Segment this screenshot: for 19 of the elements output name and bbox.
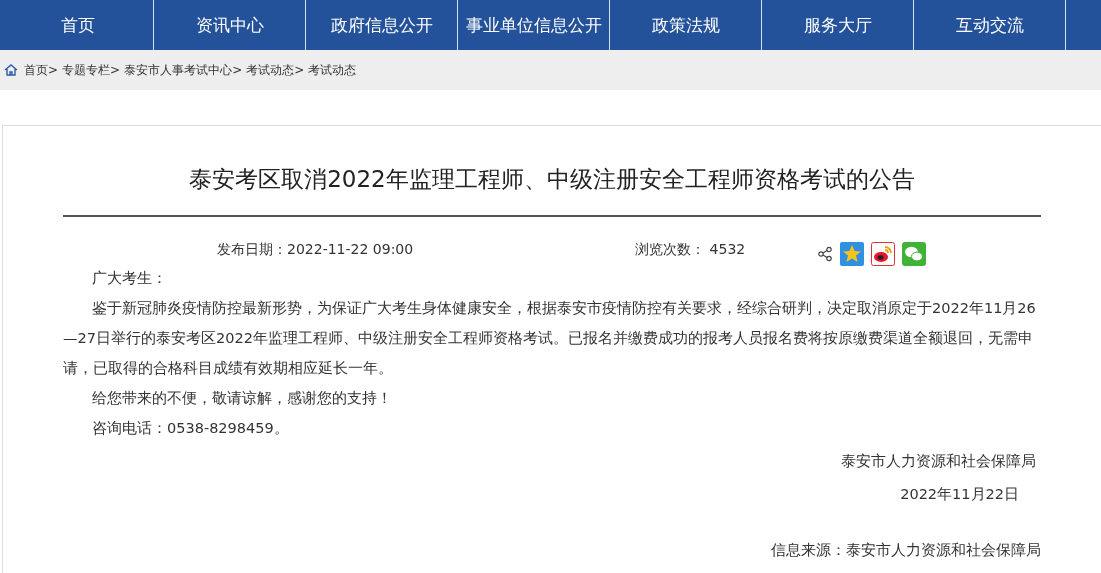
source-text: 信息来源：泰安市人力资源和社会保障局	[771, 542, 1041, 558]
breadcrumb-link[interactable]: 泰安市人事考试中心>	[124, 61, 243, 79]
signature-text: 泰安市人力资源和社会保障局	[841, 453, 1036, 469]
publish-date: 发布日期：2022-11-22 09:00	[217, 241, 414, 259]
share-icon[interactable]	[817, 246, 834, 262]
article-title: 泰安考区取消2022年监理工程师、中级注册安全工程师资格考试的公告	[63, 164, 1041, 217]
breadcrumb-link[interactable]: 考试动态	[308, 61, 357, 79]
wechat-icon[interactable]	[902, 242, 927, 266]
weibo-icon[interactable]	[871, 242, 896, 266]
view-count: 浏览次数： 4532	[635, 241, 746, 259]
breadcrumb-link[interactable]: 专题专栏>	[62, 61, 121, 79]
greeting-text: 广大考生：	[91, 269, 168, 288]
paragraph: 鉴于新冠肺炎疫情防控最新形势，为保证广大考生身体健康安全，根据泰安市疫情防控有关要求，经综合研判，决定取消原定于2022年11月26—27日举行的泰安考区2022年监理工程师、中级注册安全工程师资格考试。已报名并缴费成功的报考人员报名费将按原缴费渠道全额退回，无需申请，已取得的合格科目成绩有效期相应延长一年。	[63, 299, 1037, 378]
signature-date: 2022年11月22日	[900, 486, 1019, 502]
breadcrumb-link[interactable]: 首页>	[24, 61, 59, 79]
paragraph: 咨询电话：0538-8298459。	[91, 419, 290, 438]
paragraph: 给您带来的不便，敬请谅解，感谢您的支持！	[91, 389, 393, 408]
breadcrumb-link[interactable]: 考试动态>	[246, 61, 305, 79]
home-icon	[4, 64, 18, 76]
